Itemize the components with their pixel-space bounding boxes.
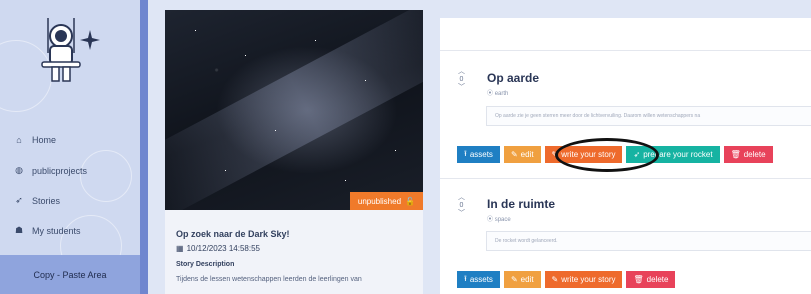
button-label: delete — [743, 150, 766, 159]
sidebar-item-stories[interactable]: ➶ Stories — [14, 195, 60, 206]
write-your-story-button[interactable]: ✎ write your story — [544, 271, 623, 288]
star — [365, 80, 366, 81]
status-label: unpublished — [357, 196, 402, 206]
chevron-up-icon[interactable]: ︿ — [458, 68, 465, 76]
decorative-bubble — [80, 150, 132, 202]
vote-count: 0 — [459, 76, 464, 83]
story-tag: ⦿ earth — [487, 88, 508, 97]
story-tag-label: earth — [494, 91, 509, 97]
vote-control[interactable]: ︿ 0 ﹀ — [458, 194, 465, 218]
description-heading: Story Description — [176, 261, 235, 268]
unlock-icon: 🔓 — [405, 196, 415, 206]
button-label: assets — [469, 150, 493, 159]
delete-button[interactable]: 🗑 delete — [626, 271, 676, 288]
home-icon: ⌂ — [16, 135, 22, 145]
sidebar-item-label: Stories — [32, 195, 61, 206]
divider — [440, 178, 811, 179]
status-badge[interactable]: unpublished 🔓 — [349, 192, 423, 210]
star — [195, 30, 196, 31]
star — [275, 130, 276, 131]
copy-paste-area[interactable]: Copy - Paste Area — [0, 255, 140, 294]
chevron-down-icon[interactable]: ﹀ — [458, 84, 465, 92]
astronaut-icon — [41, 18, 100, 82]
stories-panel: ︿ 0 ﹀ Op aarde ⦿ earth Op aarde zie je g… — [440, 18, 811, 294]
story-tag-label: space — [494, 217, 511, 223]
star — [315, 40, 316, 41]
story-actions: ⭱ assets ✎ edit ✎ write your story 🗑 del… — [457, 271, 676, 288]
star — [245, 55, 246, 56]
sidebar-item-home[interactable]: ⌂ Home — [14, 135, 56, 145]
button-label: write your story — [561, 275, 616, 284]
location-icon: ⦿ — [487, 91, 494, 97]
button-label: delete — [646, 275, 669, 284]
trash-icon: 🗑 — [730, 150, 741, 159]
delete-button[interactable]: 🗑 delete — [723, 146, 773, 163]
project-card[interactable]: unpublished 🔓 Op zoek naar de Dark Sky! … — [165, 10, 423, 294]
users-icon: ☗ — [14, 225, 24, 235]
chevron-up-icon[interactable]: ︿ — [458, 194, 465, 202]
story-title: Op aarde — [487, 71, 540, 85]
project-date-value: 10/12/2023 14:58:55 — [186, 244, 260, 253]
button-label: edit — [520, 275, 534, 284]
story-text-field[interactable]: Op aarde zie je geen sterren meer door d… — [486, 106, 811, 126]
edit-icon: ✎ — [510, 275, 518, 284]
milky-way-band — [165, 10, 423, 210]
project-title[interactable]: Op zoek naar de Dark Sky! — [176, 229, 290, 239]
button-label: assets — [469, 275, 493, 284]
sidebar-item-label: publicprojects — [32, 165, 88, 176]
divider — [440, 50, 811, 51]
story-tag: ⦿ space — [487, 214, 511, 223]
project-image — [165, 10, 423, 210]
chevron-down-icon[interactable]: ﹀ — [458, 210, 465, 218]
edit-icon: ✎ — [510, 150, 518, 159]
sidebar-item-label: Home — [32, 135, 57, 145]
assets-button[interactable]: ⭱ assets — [457, 146, 500, 163]
sidebar-accent-stripe — [140, 0, 148, 294]
sidebar-item-my-students[interactable]: ☗ My students — [14, 225, 81, 236]
star — [225, 170, 226, 171]
assets-button[interactable]: ⭱ assets — [457, 271, 500, 288]
rocket-icon: ➶ — [15, 195, 23, 205]
button-label: edit — [520, 150, 534, 159]
description-text: Tijdens de lessen wetenschappen leerden … — [176, 276, 362, 283]
edit-icon: ✎ — [551, 275, 559, 284]
sidebar-item-label: My students — [32, 225, 81, 236]
vote-count: 0 — [459, 202, 464, 209]
star — [345, 180, 346, 181]
edit-button[interactable]: ✎ edit — [503, 271, 541, 288]
project-date: ▦ 10/12/2023 14:58:55 — [176, 244, 260, 253]
sidebar: ⌂ Home ◍ publicprojects ➶ Stories ☗ My s… — [0, 0, 148, 294]
star — [395, 150, 396, 151]
vote-control[interactable]: ︿ 0 ﹀ — [458, 68, 465, 92]
edit-button[interactable]: ✎ edit — [503, 146, 541, 163]
upload-icon: ⭱ — [464, 273, 467, 283]
trash-icon: 🗑 — [633, 275, 644, 284]
globe-icon: ◍ — [15, 165, 23, 175]
story-title: In de ruimte — [487, 197, 556, 211]
location-icon: ⦿ — [487, 217, 494, 223]
calendar-icon: ▦ — [176, 244, 184, 253]
story-text-field[interactable]: De rocket wordt gelanceerd. — [486, 231, 811, 251]
sidebar-item-publicprojects[interactable]: ◍ publicprojects — [14, 165, 87, 176]
highlight-ellipse — [555, 138, 659, 172]
upload-icon: ⭱ — [464, 148, 467, 158]
